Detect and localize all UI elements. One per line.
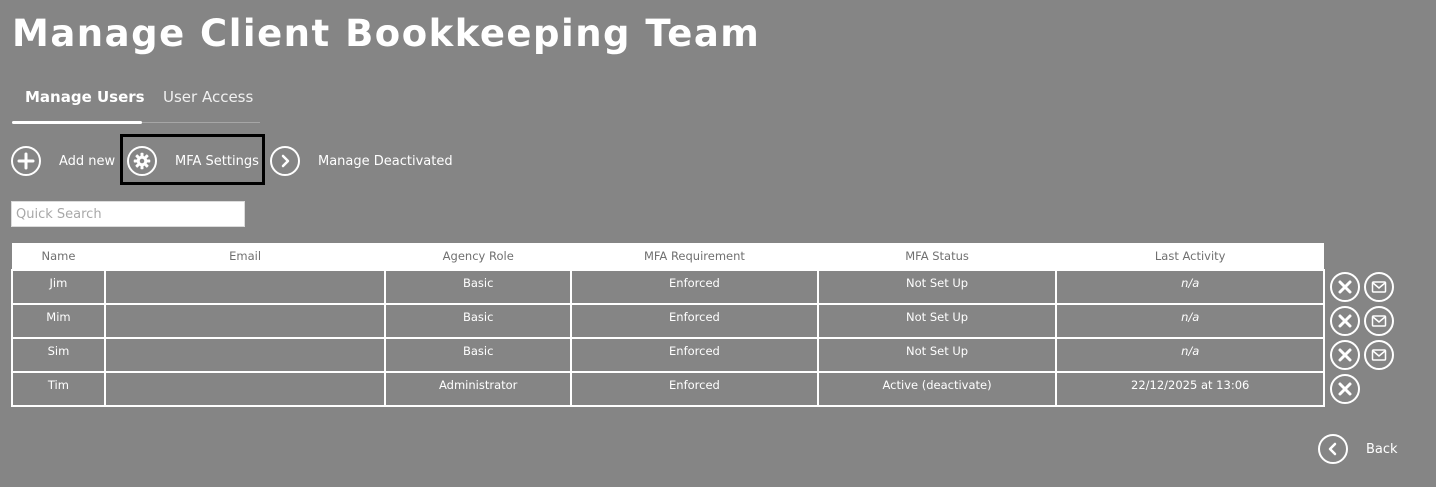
tab-manage-users[interactable]: Manage Users	[25, 88, 145, 106]
active-tab-indicator	[12, 121, 142, 124]
remove-user-button[interactable]	[1330, 272, 1360, 302]
chevron-left-icon	[1318, 434, 1348, 464]
column-header-email[interactable]: Email	[104, 243, 386, 270]
cell-name: Mim	[11, 303, 106, 339]
cell-name: Jim	[11, 269, 106, 305]
tab-user-access[interactable]: User Access	[163, 88, 253, 106]
remove-user-button[interactable]	[1330, 306, 1360, 336]
send-email-button[interactable]	[1364, 340, 1394, 370]
cell-mfa-status[interactable]: Active (deactivate)	[816, 371, 1058, 407]
tab-bar: Manage Users User Access	[12, 80, 260, 124]
cell-mfa-requirement: Enforced	[570, 337, 819, 373]
cell-last-activity: n/a	[1055, 269, 1325, 305]
table-row: Mim Basic Enforced Not Set Up n/a	[11, 303, 1325, 339]
cell-agency-role: Basic	[384, 337, 573, 373]
cell-last-activity: n/a	[1055, 303, 1325, 339]
column-header-name[interactable]: Name	[12, 243, 105, 270]
add-new-button[interactable]: Add new	[11, 146, 115, 176]
manage-deactivated-button[interactable]: Manage Deactivated	[270, 146, 453, 176]
cell-mfa-requirement: Enforced	[570, 371, 819, 407]
page-title: Manage Client Bookkeeping Team	[12, 12, 761, 55]
email-icon	[1371, 281, 1387, 293]
cell-name: Tim	[11, 371, 106, 407]
send-email-button[interactable]	[1364, 306, 1394, 336]
cell-mfa-requirement: Enforced	[570, 303, 819, 339]
quick-search-input[interactable]	[11, 201, 245, 227]
back-button[interactable]: Back	[1318, 434, 1398, 464]
remove-icon	[1338, 348, 1352, 362]
cell-name: Sim	[11, 337, 106, 373]
back-label: Back	[1366, 441, 1398, 457]
cell-agency-role: Administrator	[384, 371, 573, 407]
remove-user-button[interactable]	[1330, 374, 1360, 404]
table-row: Sim Basic Enforced Not Set Up n/a	[11, 337, 1325, 373]
add-new-label: Add new	[59, 153, 116, 169]
cell-mfa-status: Not Set Up	[816, 337, 1058, 373]
table-row: Tim Administrator Enforced Active (deact…	[11, 371, 1325, 407]
cell-last-activity: n/a	[1055, 337, 1325, 373]
cell-email	[103, 371, 387, 407]
table-row: Jim Basic Enforced Not Set Up n/a	[11, 269, 1325, 305]
table-header-row: Name Email Agency Role MFA Requirement M…	[12, 243, 1324, 270]
cell-agency-role: Basic	[384, 269, 573, 305]
mfa-settings-highlight	[120, 134, 265, 185]
users-table: Name Email Agency Role MFA Requirement M…	[11, 243, 1325, 407]
cell-agency-role: Basic	[384, 303, 573, 339]
remove-icon	[1338, 314, 1352, 328]
cell-last-activity: 22/12/2025 at 13:06	[1055, 371, 1325, 407]
plus-circle-icon	[11, 146, 41, 176]
cell-mfa-requirement: Enforced	[570, 269, 819, 305]
column-header-mfa-status[interactable]: MFA Status	[817, 243, 1057, 270]
cell-mfa-status: Not Set Up	[816, 269, 1058, 305]
chevron-right-icon	[270, 146, 300, 176]
cell-email	[103, 303, 387, 339]
cell-email	[103, 337, 387, 373]
column-header-mfa-requirement[interactable]: MFA Requirement	[571, 243, 818, 270]
remove-icon	[1338, 382, 1352, 396]
manage-deactivated-label: Manage Deactivated	[318, 153, 453, 169]
remove-user-button[interactable]	[1330, 340, 1360, 370]
send-email-button[interactable]	[1364, 272, 1394, 302]
column-header-agency-role[interactable]: Agency Role	[385, 243, 572, 270]
email-icon	[1371, 349, 1387, 361]
cell-mfa-status: Not Set Up	[816, 303, 1058, 339]
column-header-last-activity[interactable]: Last Activity	[1056, 243, 1324, 270]
cell-email	[103, 269, 387, 305]
remove-icon	[1338, 280, 1352, 294]
email-icon	[1371, 315, 1387, 327]
